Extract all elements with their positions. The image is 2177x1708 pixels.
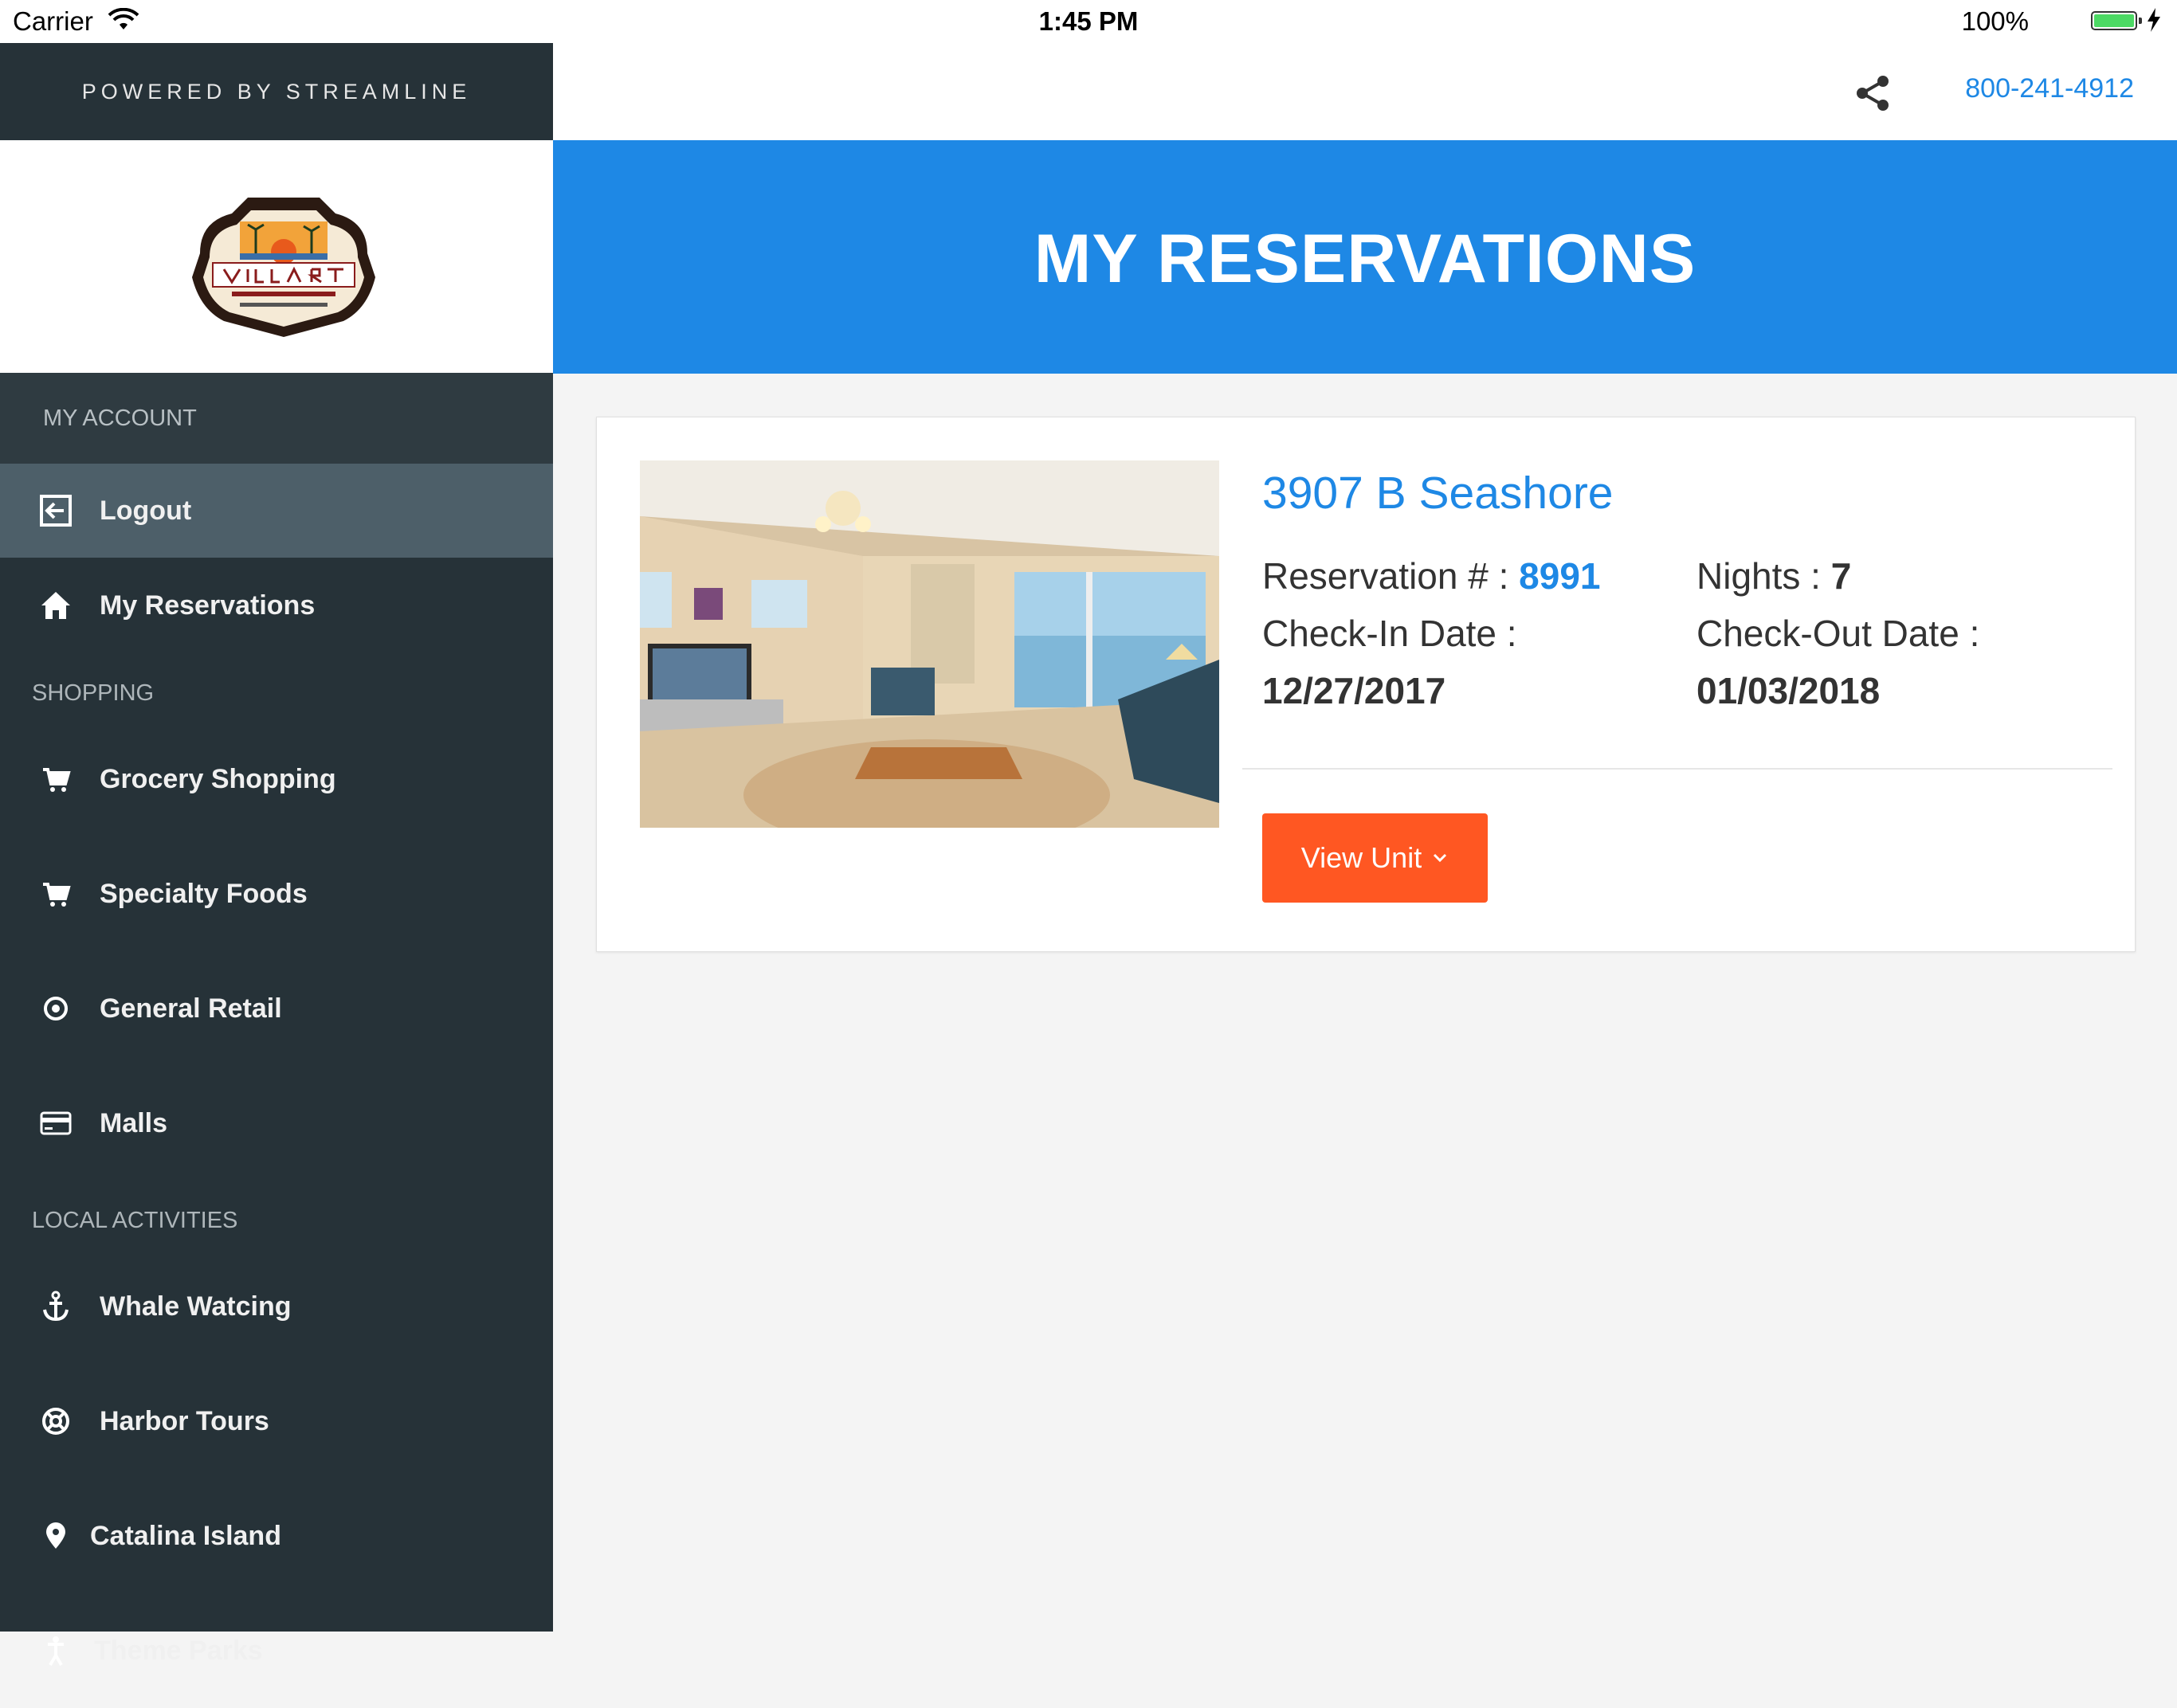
section-my-account: MY ACCOUNT (0, 373, 553, 464)
clock: 1:45 PM (1038, 6, 1139, 36)
battery-percent: 100% (1961, 6, 2029, 36)
checkout-date: 01/03/2018 (1696, 670, 1881, 711)
reservation-number: 8991 (1519, 555, 1601, 597)
nights-field: Nights : 7 (1696, 554, 1851, 597)
view-unit-button[interactable]: View Unit (1262, 813, 1488, 903)
unit-photo (640, 460, 1219, 828)
sidebar-item-general-retail[interactable]: General Retail (0, 951, 553, 1066)
person-icon (48, 1636, 64, 1667)
section-shopping: SHOPPING (32, 680, 155, 706)
sidebar-item-label: Harbor Tours (100, 1405, 269, 1436)
page-title: MY RESERVATIONS (1034, 221, 1696, 297)
reservation-number-label: Reservation # : (1262, 555, 1520, 597)
reservation-card: 3907 B Seashore Reservation # : 8991 Nig… (596, 417, 2136, 952)
sidebar-item-label: Grocery Shopping (100, 763, 336, 794)
sidebar-item-label: Theme Parks (94, 1635, 263, 1666)
phone-link[interactable]: 800-241-4912 (1965, 73, 2134, 104)
sidebar-item-catalina-island[interactable]: Catalina Island (0, 1479, 553, 1593)
anchor-icon (43, 1291, 69, 1322)
sidebar-item-my-reservations[interactable]: My Reservations (0, 558, 553, 653)
map-pin-icon (46, 1522, 65, 1549)
page-banner: MY RESERVATIONS (553, 140, 2177, 374)
sidebar-item-label: Catalina Island (90, 1520, 281, 1551)
sidebar-item-whale-watching[interactable]: Whale Watcing (0, 1249, 553, 1364)
section-local-activities: LOCAL ACTIVITIES (32, 1208, 238, 1233)
sidebar-item-label: Logout (100, 495, 192, 526)
sidebar-item-logout[interactable]: Logout (0, 464, 553, 558)
sidebar-item-label: Malls (100, 1107, 168, 1138)
charging-icon (2148, 8, 2160, 32)
checkin-date: 12/27/2017 (1262, 670, 1446, 711)
share-icon[interactable] (1853, 73, 1893, 113)
card-divider (1242, 768, 2112, 770)
checkin-label: Check-In Date : (1262, 613, 1517, 654)
sidebar: POWERED BY STREAMLINE MY ACCOUNT Logout … (0, 43, 553, 1667)
sidebar-item-harbor-tours[interactable]: Harbor Tours (0, 1364, 553, 1479)
battery-icon (2091, 11, 2142, 30)
logout-icon (40, 495, 72, 527)
sidebar-item-specialty-foods[interactable]: Specialty Foods (0, 836, 553, 951)
credit-card-icon (40, 1111, 72, 1135)
sidebar-item-theme-parks[interactable]: Theme Parks (0, 1593, 553, 1708)
lifebuoy-icon (42, 1408, 69, 1435)
home-icon (41, 592, 70, 619)
sidebar-item-label: Specialty Foods (100, 878, 308, 909)
checkout-label: Check-Out Date : (1696, 613, 1980, 654)
cart-icon (43, 768, 71, 792)
cart-icon (43, 883, 71, 907)
nights-label: Nights : (1696, 555, 1831, 597)
target-icon (44, 997, 68, 1020)
status-bar: Carrier 1:45 PM 100% (0, 0, 2177, 43)
powered-by-banner: POWERED BY STREAMLINE (0, 43, 553, 140)
sidebar-item-label: Whale Watcing (100, 1291, 292, 1322)
logo-area (0, 140, 553, 373)
chevron-down-icon (1434, 853, 1447, 863)
unit-name[interactable]: 3907 B Seashore (1262, 467, 1614, 519)
top-bar: 800-241-4912 (553, 43, 2177, 141)
sidebar-item-malls[interactable]: Malls (0, 1066, 553, 1181)
nights-value: 7 (1830, 555, 1852, 597)
sidebar-item-grocery-shopping[interactable]: Grocery Shopping (0, 722, 553, 836)
villa-rentals-logo (192, 198, 375, 337)
sidebar-item-label: My Reservations (100, 590, 316, 621)
reservation-number-field: Reservation # : 8991 (1262, 554, 1601, 597)
view-unit-label: View Unit (1300, 841, 1422, 874)
sidebar-item-label: General Retail (100, 993, 282, 1024)
